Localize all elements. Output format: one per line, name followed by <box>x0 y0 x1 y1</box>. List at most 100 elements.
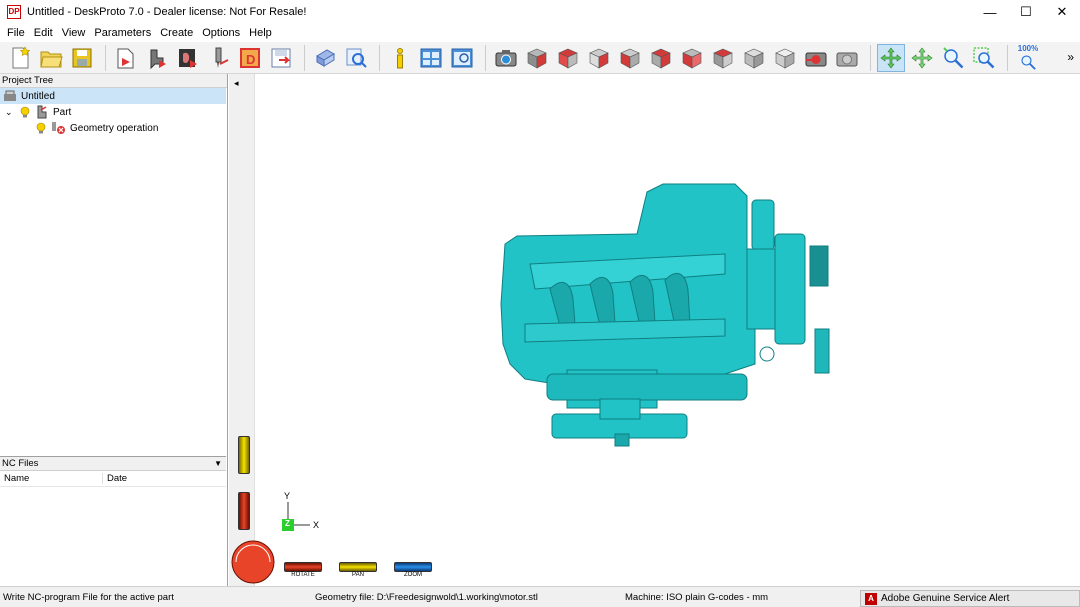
axis-y-label: Y <box>284 491 291 501</box>
expand-chevron-icon[interactable]: ⌄ <box>5 107 15 118</box>
cube-right-icon <box>651 48 671 69</box>
column-date[interactable]: Date <box>103 473 127 484</box>
zoom-100-button[interactable]: 100% <box>1014 44 1042 72</box>
camera-gray-button[interactable] <box>833 44 861 72</box>
title-bar: DP Untitled - DeskProto 7.0 - Dealer lic… <box>0 0 1080 24</box>
collapse-arrow-icon[interactable]: ◂ <box>234 78 239 89</box>
app-icon: DP <box>7 5 21 19</box>
nc-files-panel: NC Files ▼ Name Date <box>0 456 226 586</box>
toolbar: D 100% <box>0 42 1080 74</box>
camera-reset-button[interactable] <box>802 44 830 72</box>
save-button[interactable] <box>68 44 96 72</box>
info-button[interactable] <box>386 44 414 72</box>
viewport-3d[interactable]: Y Z X ROTATE PAN ZOOM <box>231 74 1080 586</box>
view-back-button[interactable] <box>585 44 613 72</box>
write-nc-button[interactable] <box>267 44 295 72</box>
column-name[interactable]: Name <box>0 473 103 484</box>
write-nc-icon <box>271 48 291 67</box>
view-shaded-button[interactable] <box>740 44 768 72</box>
layout-button[interactable] <box>417 44 445 72</box>
status-hint: Write NC-program File for the active par… <box>3 591 174 603</box>
new-file-icon <box>12 45 31 68</box>
add-part-button[interactable] <box>143 44 171 72</box>
zoom-dial[interactable]: ZOOM <box>394 562 432 578</box>
status-machine: Machine: ISO plain G-codes - mm <box>625 591 769 603</box>
open-button[interactable] <box>37 44 65 72</box>
menu-view[interactable]: View <box>62 27 86 39</box>
close-button[interactable]: ✕ <box>1044 0 1080 24</box>
vertical-pan-dial[interactable] <box>238 436 250 474</box>
lightbulb-icon[interactable] <box>35 122 47 134</box>
viewport-side-strip: ◂ <box>229 74 255 586</box>
menu-parameters[interactable]: Parameters <box>94 27 151 39</box>
cube-front-icon <box>558 48 578 69</box>
inspect-button[interactable] <box>342 44 370 72</box>
view-left-button[interactable] <box>616 44 644 72</box>
menu-file[interactable]: File <box>7 27 25 39</box>
adobe-icon: A <box>865 592 877 605</box>
toolbar-separator <box>379 44 380 71</box>
toolbar-separator <box>105 44 106 71</box>
nc-files-title: NC Files <box>2 458 39 469</box>
pan-tool-button[interactable] <box>908 44 936 72</box>
menu-bar: File Edit View Parameters Create Options… <box>0 24 1080 42</box>
pan-dial[interactable]: PAN <box>339 562 377 578</box>
maximize-button[interactable]: ☐ <box>1008 0 1044 24</box>
pan-arrows-icon <box>911 47 933 68</box>
tree-item-part[interactable]: ⌄ Part <box>0 104 226 120</box>
zoom-window-button[interactable] <box>970 44 998 72</box>
d-icon: D <box>240 47 260 68</box>
cutter-icon <box>215 47 229 68</box>
view-bottom-button[interactable] <box>709 44 737 72</box>
vertical-rotate-dial[interactable] <box>238 492 250 530</box>
rotate-dial-label: ROTATE <box>291 572 315 578</box>
alert-text: Adobe Genuine Service Alert <box>881 593 1010 604</box>
simulation-button[interactable] <box>311 44 339 72</box>
zoom-dial-label: ZOOM <box>404 572 422 578</box>
zoom-tool-button[interactable] <box>939 44 967 72</box>
svg-text:D: D <box>246 52 255 67</box>
part-wizard-button[interactable] <box>112 44 140 72</box>
tree-item-untitled[interactable]: Untitled <box>0 88 226 104</box>
tree-item-geometry-operation[interactable]: Geometry operation <box>0 120 226 136</box>
menu-options[interactable]: Options <box>202 27 240 39</box>
save-icon <box>72 48 92 67</box>
toolbar-overflow-icon[interactable]: » <box>1067 50 1074 64</box>
menu-help[interactable]: Help <box>249 27 272 39</box>
view-right-button[interactable] <box>647 44 675 72</box>
window-grid-icon <box>420 48 442 67</box>
cube-top-icon <box>682 48 702 69</box>
cube-back-icon <box>589 48 609 69</box>
magnifier-icon <box>346 48 367 68</box>
toolbar-separator <box>870 44 871 71</box>
zoom-window-icon <box>973 46 995 68</box>
camera-button[interactable] <box>492 44 520 72</box>
preview-button[interactable] <box>448 44 476 72</box>
dropdown-arrow-icon[interactable]: ▼ <box>214 457 222 470</box>
new-project-button[interactable] <box>6 44 34 72</box>
view-front-button[interactable] <box>554 44 582 72</box>
toolbar-separator <box>1007 44 1008 71</box>
toolbar-separator <box>485 44 486 71</box>
minimize-button[interactable]: — <box>972 0 1008 24</box>
pan-dial-label: PAN <box>352 572 364 578</box>
menu-create[interactable]: Create <box>160 27 193 39</box>
view-wire-button[interactable] <box>771 44 799 72</box>
zoom-fit-icon <box>1021 55 1036 70</box>
view-iso-button[interactable] <box>523 44 551 72</box>
tree-item-label: Untitled <box>21 90 55 102</box>
lightbulb-icon[interactable] <box>19 106 31 118</box>
view-top-button[interactable] <box>678 44 706 72</box>
adobe-alert-notification[interactable]: A Adobe Genuine Service Alert <box>860 590 1080 607</box>
rotate-wheel-icon[interactable] <box>231 540 279 584</box>
axis-z-label: Z <box>285 519 290 528</box>
bitmap-button[interactable] <box>174 44 202 72</box>
folder-icon <box>40 51 63 67</box>
left-panel: Project Tree Untitled ⌄ Part Geometry op… <box>0 74 228 586</box>
rotate-dial[interactable]: ROTATE <box>284 562 322 578</box>
drawing-button[interactable]: D <box>236 44 264 72</box>
menu-edit[interactable]: Edit <box>34 27 53 39</box>
camera-gray-icon <box>836 52 858 66</box>
tool-button[interactable] <box>205 44 233 72</box>
rotate-tool-button[interactable] <box>877 43 905 72</box>
